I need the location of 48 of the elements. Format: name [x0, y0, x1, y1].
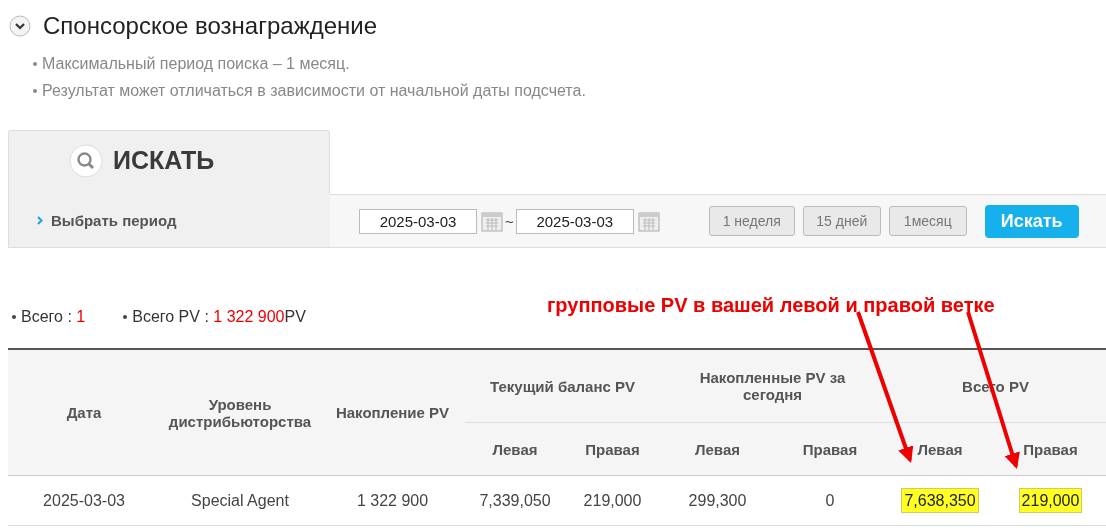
- collapse-icon[interactable]: [9, 15, 31, 37]
- column-header: Правая: [802, 440, 858, 458]
- summary-unit: PV: [284, 308, 306, 326]
- note-text: Максимальный период поиска – 1 месяц.: [42, 54, 350, 73]
- column-header: Левая: [917, 440, 963, 458]
- bullet-icon: [33, 61, 37, 66]
- summary-label: Всего PV :: [132, 308, 210, 326]
- search-icon: [69, 143, 103, 178]
- column-header: Дата: [66, 404, 102, 421]
- annotation-text: групповые PV в вашей левой и правой ветке: [547, 294, 995, 317]
- column-header: Уровень дистрибьюторства: [167, 395, 313, 430]
- bullet-icon: [123, 315, 128, 319]
- date-field[interactable]: 2025-03-03: [359, 208, 477, 234]
- column-header: Правая: [585, 440, 640, 458]
- table-cell: 219,000: [1018, 487, 1083, 513]
- summary-value: 1 322 900: [213, 308, 285, 326]
- period-preset-button[interactable]: 1месяц: [888, 206, 967, 236]
- table-cell: 7,638,350: [901, 487, 979, 513]
- bullet-icon: [12, 315, 16, 319]
- column-header: Накопленные PV за сегодня: [698, 369, 847, 403]
- column-header: Текущий баланс PV: [490, 377, 635, 395]
- search-button[interactable]: Искать: [984, 204, 1079, 238]
- column-header: Правая: [1023, 440, 1078, 458]
- table-cell: 2025-03-03: [43, 491, 125, 509]
- page-title: Спонсорское вознаграждение: [43, 12, 378, 40]
- tab-label: ИСКАТЬ: [113, 146, 215, 175]
- chevron-icon: [37, 216, 43, 225]
- column-header: Левая: [695, 440, 740, 458]
- table-cell: 0: [825, 491, 835, 509]
- calendar-icon[interactable]: [481, 210, 503, 232]
- table-cell: 7,339,050: [479, 491, 551, 509]
- period-label: Выбрать период: [51, 212, 177, 229]
- table-cell: 1 322 900: [356, 491, 429, 509]
- column-header: Левая: [492, 440, 538, 458]
- range-separator: ~: [505, 212, 514, 230]
- bullet-icon: [33, 88, 37, 93]
- table-cell: 219,000: [583, 491, 642, 509]
- summary-value: 1: [76, 308, 86, 326]
- table-cell: 299,300: [688, 491, 747, 509]
- date-field[interactable]: 2025-03-03: [515, 208, 634, 234]
- table-cell: Special Agent: [191, 491, 289, 509]
- calendar-icon[interactable]: [637, 210, 660, 232]
- summary-label: Всего :: [21, 308, 73, 326]
- column-header: Накопление PV: [335, 404, 450, 421]
- search-tab[interactable]: ИСКАТЬ: [8, 130, 330, 194]
- period-preset-button[interactable]: 15 дней: [802, 206, 881, 236]
- period-preset-button[interactable]: 1 неделя: [708, 206, 795, 236]
- note-text: Результат может отличаться в зависимости от начальной даты подсчета.: [42, 81, 586, 100]
